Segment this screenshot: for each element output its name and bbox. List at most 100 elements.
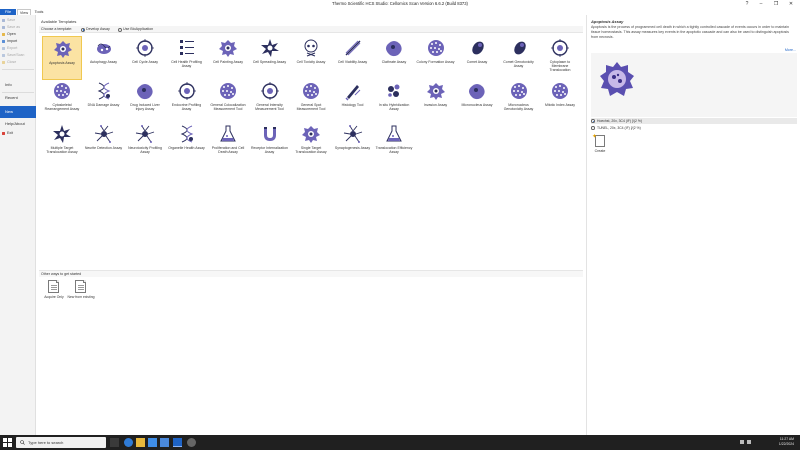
template-tile-micronucleus-genotox[interactable]: Micronucleus Genotoxicity Assay	[499, 79, 539, 123]
template-tile-apoptosis[interactable]: Apoptosis Assay	[42, 36, 82, 80]
network-icon[interactable]	[740, 440, 744, 444]
template-tile-cell-health[interactable]: Cell Health Profiling Assay	[167, 36, 207, 80]
template-tile-label: Histology Tool	[341, 103, 364, 107]
template-tile-organelle-health[interactable]: Organelle Health Assay	[167, 122, 207, 166]
develop-assay-radio[interactable]	[81, 27, 85, 32]
template-tile-clathrate[interactable]: Clathrate Assay	[374, 36, 414, 80]
template-tile-neurite[interactable]: Neurite Detection Assay	[84, 122, 124, 166]
template-tile-multi-target[interactable]: Multiple Target Translocation Assay	[42, 122, 82, 166]
taskbar-search-box[interactable]: Type here to search	[16, 437, 106, 448]
nav-close[interactable]: Close	[0, 59, 36, 66]
template-tile-cell-toxicity[interactable]: Cell Toxicity Assay	[291, 36, 331, 80]
template-tile-cell-spreading[interactable]: Cell Spreading Assay	[250, 36, 290, 80]
use-bioapplication-radio[interactable]	[118, 27, 122, 32]
minimize-button[interactable]: –	[756, 1, 766, 7]
template-tile-liver-injury[interactable]: Drug Induced Liver Injury Assay	[125, 79, 165, 123]
nav-new[interactable]: New	[0, 106, 36, 118]
store-icon[interactable]	[148, 438, 157, 447]
available-templates-title: Available Templates	[41, 19, 77, 24]
template-tile-colony-formation[interactable]: Colony Formation Assay	[416, 36, 456, 80]
nav-import[interactable]: Import	[0, 38, 36, 45]
nav-save-scan-label: Save/Scan	[7, 53, 25, 57]
template-tile-mitotic-index[interactable]: Mitotic Index Assay	[540, 79, 580, 123]
create-button[interactable]: ✦ Create	[591, 134, 609, 156]
nav-export[interactable]: Export	[0, 45, 36, 52]
template-tile-neurotoxicity[interactable]: Neurotoxicity Profiling Assay	[125, 122, 165, 166]
edge-browser-icon[interactable]	[124, 438, 133, 447]
file-explorer-icon[interactable]	[136, 438, 145, 447]
template-tile-proliferation[interactable]: Proliferation and Cell Death Assay	[208, 122, 248, 166]
channel-tunel[interactable]: TUNEL, 20x, 3C4 (IF) [/(2 %)	[591, 125, 641, 131]
settings-gear-icon[interactable]	[187, 438, 196, 447]
template-mode-bar: Choose a template: Develop Assay Use Bio…	[39, 26, 583, 33]
template-tile-translocation-efficiency[interactable]: Translocation Efficiency Assay	[374, 122, 414, 166]
template-tile-label: Cell Health Profiling Assay	[171, 60, 202, 68]
cell-painting-icon	[219, 40, 237, 57]
mail-icon[interactable]	[160, 438, 169, 447]
template-tile-invasion[interactable]: Invasion Assay	[416, 79, 456, 123]
nav-save[interactable]: Save	[0, 17, 36, 24]
cell-spreading-icon	[260, 39, 279, 57]
nav-help-about[interactable]: Help/About	[0, 119, 36, 129]
windows-start-icon[interactable]	[3, 438, 12, 447]
nav-open[interactable]: Open	[0, 31, 36, 38]
template-tile-cell-painting[interactable]: Cell Painting Assay	[208, 36, 248, 80]
neurotoxicity-icon	[135, 125, 155, 143]
template-tile-cell-viability[interactable]: Cell Viability Assay	[333, 36, 373, 80]
nav-exit-label: Exit	[7, 131, 13, 135]
clathrate-icon	[386, 41, 402, 57]
template-tile-endocrine[interactable]: Endocrine Profiling Assay	[167, 79, 207, 123]
search-placeholder: Type here to search	[28, 440, 64, 445]
windows-taskbar: Type here to search 11:27 AM 1/22/2024	[0, 435, 800, 450]
use-bioapplication-label[interactable]: Use BioApplication	[123, 27, 153, 32]
hcs-studio-taskbar-icon[interactable]	[173, 438, 182, 447]
template-tile-in-situ[interactable]: In situ Hybridization Assay	[374, 79, 414, 123]
detail-title: Apoptosis Assay	[591, 19, 624, 24]
template-tile-colocalization[interactable]: General Colocalization Measurement Tool	[208, 79, 248, 123]
clock-date: 1/22/2024	[778, 442, 794, 446]
synaptogenesis-icon	[343, 125, 362, 143]
acquire-only-button[interactable]: Acquire Only	[40, 280, 68, 310]
close-window-button[interactable]: ✕	[786, 1, 796, 7]
template-tile-comet[interactable]: Comet Assay	[457, 36, 497, 80]
other-ways-title: Other ways to get started	[41, 272, 82, 276]
channel-hoechst-radio[interactable]	[591, 119, 595, 123]
help-button[interactable]: ?	[742, 1, 752, 7]
nav-save-as[interactable]: Save as	[0, 24, 36, 31]
template-tile-histology[interactable]: Histology Tool	[333, 79, 373, 123]
template-tile-label: General Intensity Measurement Tool	[255, 103, 284, 111]
more-link[interactable]: More...	[785, 48, 796, 52]
template-tile-cytoskeletal[interactable]: Cytoskeletal Rearrangement Assay	[42, 79, 82, 123]
template-tile-single-target[interactable]: Single Target Translocation Assay	[291, 122, 331, 166]
template-tile-micronucleus[interactable]: Micronucleus Assay	[457, 79, 497, 123]
system-clock[interactable]: 11:27 AM 1/22/2024	[779, 437, 794, 447]
maximize-button[interactable]: ❐	[771, 1, 781, 7]
nav-recent[interactable]: Recent	[0, 93, 36, 103]
template-tile-intensity[interactable]: General Intensity Measurement Tool	[250, 79, 290, 123]
template-tile-label: Micronucleus Genotoxicity Assay	[503, 103, 534, 111]
template-tile-dna-damage[interactable]: DNA Damage Assay	[84, 79, 124, 123]
new-from-existing-button[interactable]: New from existing	[67, 280, 95, 310]
template-tile-membrane-translocation[interactable]: Cytoplasm to Membrane Translocation	[540, 36, 580, 80]
open-folder-icon	[2, 33, 5, 36]
channel-tunel-radio[interactable]	[591, 126, 595, 130]
template-tile-synaptogenesis[interactable]: Synaptogenesis Assay	[333, 122, 373, 166]
template-tile-label: Synaptogenesis Assay	[334, 146, 371, 150]
template-tile-label: Cell Spreading Assay	[252, 60, 287, 64]
cytoskeletal-icon	[54, 83, 70, 99]
template-tile-spot[interactable]: General Spot Measurement Tool	[291, 79, 331, 123]
template-tile-receptor[interactable]: Receptor Internalization Assay	[250, 122, 290, 166]
volume-icon[interactable]	[747, 440, 751, 444]
receptor-icon	[263, 127, 276, 141]
template-tile-cell-cycle[interactable]: Cell Cycle Assay	[125, 36, 165, 80]
channel-hoechst[interactable]: Hoechst, 20x, 3C4 (IF) [/(2 %)	[591, 118, 797, 124]
develop-assay-label[interactable]: Develop Assay	[86, 27, 110, 32]
template-tile-autophagy[interactable]: Autophagy Assay	[84, 36, 124, 80]
template-tile-comet-genotoxicity[interactable]: Comet Genotoxicity Assay	[499, 36, 539, 80]
nav-save-scan[interactable]: Save/Scan	[0, 52, 36, 59]
title-bar: Thermo Scientific HCS Studio: Cellomics …	[0, 0, 800, 8]
task-view-icon[interactable]	[110, 438, 119, 447]
nav-exit[interactable]: Exit	[0, 130, 36, 137]
template-tile-label: DNA Damage Assay	[87, 103, 120, 107]
nav-info[interactable]: Info	[0, 80, 36, 90]
